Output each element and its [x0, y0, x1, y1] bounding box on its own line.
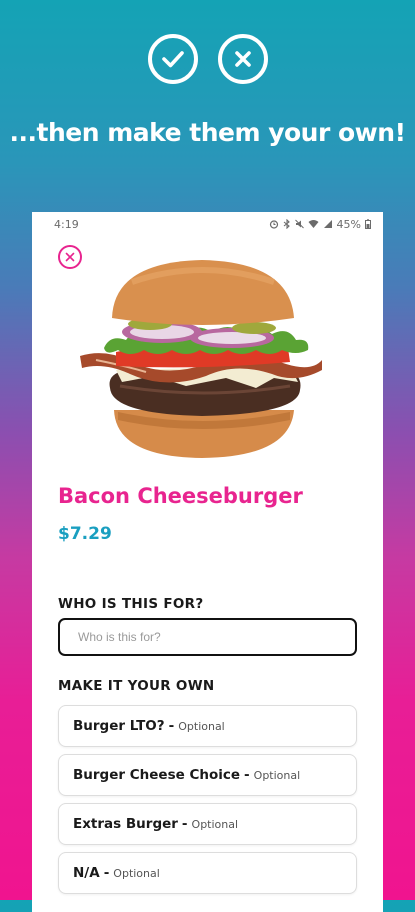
wifi-icon — [308, 220, 319, 228]
x-icon — [217, 34, 268, 84]
status-bar: 4:19 45% — [32, 212, 383, 236]
signal-icon — [323, 220, 332, 228]
option-note: Optional — [253, 768, 301, 782]
item-price: $7.29 — [58, 524, 112, 544]
promo-icons — [0, 34, 415, 84]
promo-headline: ...then make them your own! — [9, 118, 406, 147]
bluetooth-icon — [283, 219, 290, 229]
option-separator: - — [181, 816, 188, 832]
option-title: Burger LTO? — [73, 718, 165, 734]
battery-percent: 45% — [336, 217, 361, 231]
option-na[interactable]: N/A - Optional — [58, 852, 357, 894]
phone-screen: 4:19 45% Bacon Cheeseburger $7.29 WHO IS… — [32, 212, 383, 912]
alarm-icon — [269, 220, 278, 229]
battery-icon — [365, 219, 371, 229]
option-burger-cheese-choice[interactable]: Burger Cheese Choice - Optional — [58, 754, 357, 796]
who-is-this-for-label: WHO IS THIS FOR? — [58, 596, 204, 612]
option-title: Extras Burger — [73, 816, 178, 832]
option-separator: - — [244, 767, 250, 783]
status-time: 4:19 — [54, 217, 79, 231]
option-separator: - — [168, 718, 175, 734]
close-icon — [65, 252, 75, 262]
option-note: Optional — [191, 817, 239, 831]
option-note: Optional — [178, 719, 225, 733]
check-icon — [147, 34, 198, 84]
who-is-this-for-input[interactable] — [58, 618, 357, 656]
option-note: Optional — [113, 866, 160, 880]
make-it-your-own-label: MAKE IT YOUR OWN — [58, 678, 215, 694]
mute-icon — [294, 219, 304, 229]
item-name: Bacon Cheeseburger — [58, 484, 303, 508]
option-burger-lto[interactable]: Burger LTO? - Optional — [58, 705, 357, 747]
option-title: Burger Cheese Choice — [73, 767, 241, 783]
option-title: N/A — [73, 865, 100, 881]
burger-image — [80, 260, 322, 458]
option-extras-burger[interactable]: Extras Burger - Optional — [58, 803, 357, 845]
status-icons: 45% — [269, 218, 371, 231]
option-separator: - — [103, 865, 110, 881]
